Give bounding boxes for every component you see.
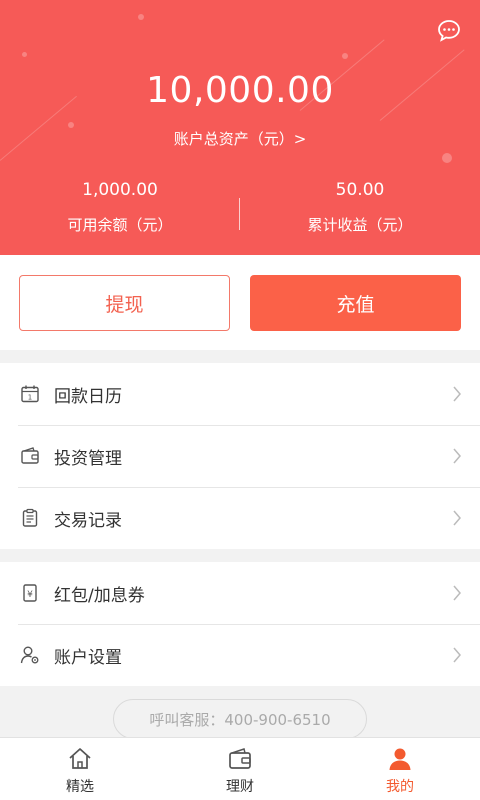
svg-text:¥: ¥	[27, 590, 33, 600]
menu-group-investment: 1 回款日历 投资管理 交易记录	[0, 363, 480, 549]
message-icon[interactable]	[436, 18, 462, 44]
chevron-right-icon	[453, 448, 461, 464]
coupon-icon: ¥	[20, 583, 40, 603]
tab-wealth-management[interactable]: 理财	[160, 738, 320, 800]
menu-group-account: ¥ 红包/加息券 账户设置	[0, 562, 480, 686]
total-assets-value: 10,000.00	[146, 70, 334, 111]
account-summary-header: 10,000.00 账户总资产（元）> 1,000.00 可用余额（元） 50.…	[0, 0, 480, 255]
menu-item-label: 回款日历	[54, 386, 122, 407]
menu-item-investment-management[interactable]: 投资管理	[0, 425, 480, 487]
available-balance: 1,000.00 可用余额（元）	[0, 180, 240, 235]
withdraw-button[interactable]: 提现	[19, 275, 230, 331]
menu-item-transaction-records[interactable]: 交易记录	[0, 487, 480, 549]
menu-item-label: 红包/加息券	[54, 585, 145, 606]
recharge-button[interactable]: 充值	[250, 275, 461, 331]
svg-text:1: 1	[28, 394, 32, 402]
chevron-right-icon	[453, 585, 461, 601]
calendar-icon: 1	[20, 384, 40, 404]
menu-item-repayment-calendar[interactable]: 1 回款日历	[0, 363, 480, 425]
decor-dot	[138, 14, 144, 20]
cumulative-income-value: 50.00	[335, 180, 385, 200]
available-balance-label: 可用余额（元）	[67, 216, 173, 234]
tab-label: 理财	[226, 779, 254, 795]
menu-item-account-settings[interactable]: 账户设置	[0, 624, 480, 686]
menu-item-label: 交易记录	[54, 510, 122, 531]
action-bar: 提现 充值	[0, 255, 480, 350]
available-balance-value: 1,000.00	[82, 180, 158, 200]
customer-service-hotline-button[interactable]: 呼叫客服：400-900-6510	[113, 699, 367, 739]
wallet-icon	[20, 446, 40, 466]
bottom-tab-bar: 精选 理财 我的	[0, 737, 480, 800]
menu-item-coupons[interactable]: ¥ 红包/加息券	[0, 562, 480, 624]
user-settings-icon	[20, 645, 40, 665]
decor-dot	[442, 153, 452, 163]
chevron-right-icon	[453, 647, 461, 663]
person-icon	[389, 748, 411, 770]
total-assets-link[interactable]: 账户总资产（元）>	[0, 128, 480, 149]
tab-label: 我的	[386, 779, 414, 795]
home-icon	[69, 748, 91, 769]
menu-item-label: 账户设置	[54, 647, 122, 668]
tab-featured[interactable]: 精选	[0, 738, 160, 800]
tab-label: 精选	[66, 779, 94, 795]
menu-item-label: 投资管理	[54, 448, 122, 469]
cumulative-income-label: 累计收益（元）	[307, 216, 413, 234]
wallet-icon	[229, 748, 251, 769]
chevron-right-icon	[453, 386, 461, 402]
decor-dot	[22, 52, 27, 57]
decor-dot	[342, 53, 348, 59]
chevron-right-icon	[453, 510, 461, 526]
tab-mine[interactable]: 我的	[320, 738, 480, 800]
clipboard-icon	[20, 508, 40, 528]
cumulative-income: 50.00 累计收益（元）	[240, 180, 480, 235]
